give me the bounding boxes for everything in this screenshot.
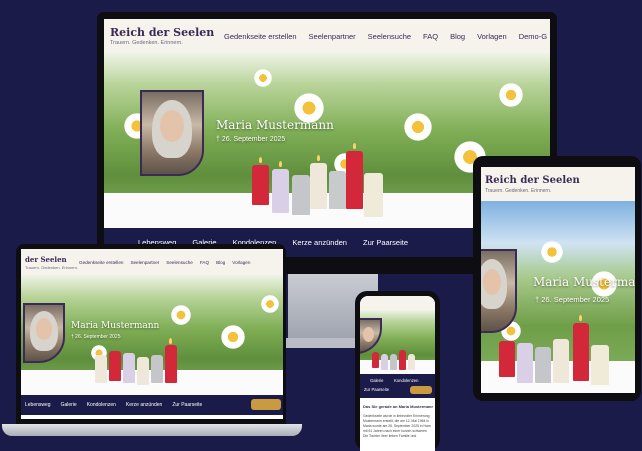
site-header: der Seelen Trauern. Gedenken. Erinnern. … <box>21 249 283 275</box>
laptop-base <box>2 424 302 436</box>
tab-galerie[interactable]: Galerie <box>370 378 384 383</box>
tab-kondolenzen[interactable]: Kondolenzen <box>394 378 418 383</box>
site-logo[interactable]: der Seelen <box>25 255 67 264</box>
tab-kerze[interactable]: Kerze anzünden <box>126 402 162 408</box>
memorial-portrait <box>481 249 517 333</box>
nav-item-create[interactable]: Gedenkseite erstellen <box>224 32 297 41</box>
memorial-name: Maria Mustermann <box>533 275 635 289</box>
memorial-section-nav: Galerie Kondolenzen Zur Paarseite <box>360 374 435 398</box>
tab-paarseite[interactable]: Zur Paarseite <box>363 238 408 247</box>
nav-item-blog[interactable]: Blog <box>450 32 465 41</box>
site-header: Reich der Seelen Trauern. Gedenken. Erin… <box>104 19 550 53</box>
memorial-date: † 26. September 2025 <box>535 295 610 304</box>
nav-item-partner[interactable]: Seelenpartner <box>309 32 356 41</box>
content-text: Gedenkseite wurde in liebevoller Erinner… <box>363 414 431 438</box>
hero-banner: Maria Mustermann † 26. September 2025 <box>21 275 283 395</box>
nav-item-templates[interactable]: Vorlagen <box>232 260 250 265</box>
nav-item-partner[interactable]: Seelenpartner <box>130 260 159 265</box>
nav-item-demo[interactable]: Demo-G <box>519 32 547 41</box>
nav-item-blog[interactable]: Blog <box>216 260 225 265</box>
memorial-section-nav: Lebensweg Galerie Kondolenzen Kerze anzü… <box>21 395 283 415</box>
nav-item-templates[interactable]: Vorlagen <box>477 32 507 41</box>
site-tagline: Trauern. Gedenken. Erinnern. <box>485 188 552 194</box>
site-logo[interactable]: Reich der Seelen <box>485 175 580 186</box>
site-header: Reich der Seelen Trauern. Gedenken. Erin… <box>481 167 635 201</box>
tab-galerie[interactable]: Galerie <box>61 402 77 408</box>
nav-item-create[interactable]: Gedenkseite erstellen <box>79 260 123 265</box>
nav-item-faq[interactable]: FAQ <box>423 32 438 41</box>
phone-screen: Galerie Kondolenzen Zur Paarseite Das Si… <box>360 296 435 451</box>
tablet-screen: Reich der Seelen Trauern. Gedenken. Erin… <box>481 167 635 393</box>
tab-lebensweg[interactable]: Lebensweg <box>25 402 51 408</box>
memorial-name: Maria Mustermann <box>216 118 334 132</box>
hero-banner: Maria Mustermann † 26. September 2025 <box>481 201 635 393</box>
memorial-portrait <box>140 90 204 176</box>
gold-action-button[interactable] <box>410 386 432 394</box>
nav-item-faq[interactable]: FAQ <box>200 260 209 265</box>
candle <box>252 165 269 205</box>
hero-banner <box>360 310 435 374</box>
tab-kerze[interactable]: Kerze anzünden <box>292 238 347 247</box>
memorial-date: † 26. September 2025 <box>71 334 121 340</box>
tab-paarseite[interactable]: Zur Paarseite <box>172 402 202 408</box>
tab-kondolenzen[interactable]: Kondolenzen <box>87 402 116 408</box>
memorial-portrait <box>23 303 65 363</box>
memorial-date: † 26. September 2025 <box>216 136 286 143</box>
main-nav: Gedenkseite erstellen Seelenpartner Seel… <box>79 260 250 265</box>
site-tagline: Trauern. Gedenken. Erinnern. <box>110 40 183 46</box>
site-tagline: Trauern. Gedenken. Erinnern. <box>25 265 78 270</box>
main-nav: Gedenkseite erstellen Seelenpartner Seel… <box>224 32 547 41</box>
content-heading: Das Sie gerade an Maria Mustermann <box>363 404 433 409</box>
memorial-name: Maria Mustermann <box>71 321 160 331</box>
laptop-screen: der Seelen Trauern. Gedenken. Erinnern. … <box>21 249 283 419</box>
site-logo[interactable]: Reich der Seelen <box>110 26 214 39</box>
memorial-portrait <box>360 318 382 354</box>
gold-action-button[interactable] <box>251 399 281 410</box>
nav-item-search[interactable]: Seelensuche <box>166 260 193 265</box>
tab-paarseite[interactable]: Zur Paarseite <box>364 387 389 392</box>
nav-item-search[interactable]: Seelensuche <box>368 32 411 41</box>
